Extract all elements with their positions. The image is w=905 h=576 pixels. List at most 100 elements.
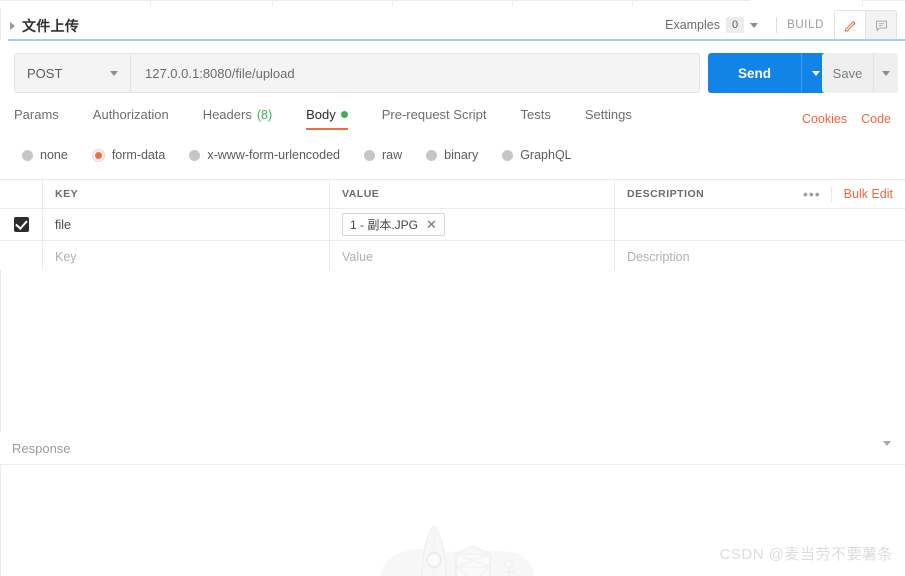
- tab-label: Tests: [520, 107, 551, 122]
- code-link[interactable]: Code: [861, 112, 891, 126]
- tab-active-underline: [306, 128, 348, 130]
- row-description-cell[interactable]: [615, 209, 905, 240]
- new-key-input[interactable]: Key: [43, 241, 330, 272]
- tab-strip-residue: [0, 0, 905, 8]
- radio-label: binary: [444, 148, 479, 162]
- watermark: CSDN @麦当劳不要薯条: [719, 546, 893, 563]
- row-key-cell[interactable]: file: [43, 209, 330, 240]
- table-row-empty[interactable]: Key Value Description: [0, 241, 905, 273]
- header-check-cell: [0, 180, 43, 208]
- caret-right-icon[interactable]: [10, 22, 15, 30]
- new-description-input[interactable]: Description: [615, 241, 905, 272]
- radio-label: raw: [382, 148, 403, 162]
- postman-request-builder: 文件上传 Examples 0 BUILD POST 127.0.0.1:808…: [0, 0, 905, 576]
- radio-icon: [364, 149, 375, 161]
- tab-body[interactable]: Body: [306, 107, 364, 130]
- body-type-binary[interactable]: binary: [426, 148, 478, 162]
- radio-icon: [426, 149, 438, 161]
- response-label: Response: [12, 441, 71, 456]
- file-chip[interactable]: 1 - 副本.JPG ✕: [342, 213, 445, 236]
- tab-headers[interactable]: Headers (8): [203, 107, 288, 130]
- row-checkbox-cell[interactable]: [0, 209, 43, 240]
- radio-icon: [189, 149, 201, 161]
- radio-label: GraphQL: [520, 148, 572, 162]
- tab-label: Settings: [584, 107, 632, 122]
- request-title-group[interactable]: 文件上传: [10, 16, 79, 36]
- cookies-link[interactable]: Cookies: [802, 112, 847, 126]
- header-actions: Examples 0 BUILD: [665, 10, 897, 40]
- edit-request-button[interactable]: [834, 10, 866, 40]
- value-placeholder: Value: [342, 249, 374, 264]
- ellipsis-icon[interactable]: •••: [793, 187, 831, 201]
- row-checkbox-cell-empty[interactable]: [0, 241, 43, 272]
- description-placeholder: Description: [627, 249, 690, 264]
- response-left-rule: [0, 465, 1, 576]
- body-type-x-www-form-urlencoded[interactable]: x-www-form-urlencoded: [189, 148, 340, 162]
- tab-settings[interactable]: Settings: [585, 107, 648, 130]
- tab-label: Pre-request Script: [381, 107, 487, 122]
- body-type-graphql[interactable]: GraphQL: [502, 148, 572, 162]
- radio-selected-icon: [91, 148, 105, 162]
- url-input-value: 127.0.0.1:8080/file/upload: [145, 65, 295, 81]
- tab-label: Headers: [202, 107, 252, 122]
- chevron-down-icon: [883, 441, 891, 461]
- examples-count-badge: 0: [726, 17, 745, 33]
- body-empty-area: [0, 270, 905, 433]
- bulk-edit-button[interactable]: Bulk Edit: [832, 187, 893, 201]
- close-icon[interactable]: ✕: [426, 218, 437, 231]
- comment-request-button[interactable]: [866, 10, 897, 40]
- pencil-icon: [844, 20, 856, 32]
- save-button[interactable]: Save: [822, 53, 873, 93]
- tab-tests[interactable]: Tests: [521, 107, 567, 130]
- table-header-row: KEY VALUE DESCRIPTION ••• Bulk Edit: [0, 179, 905, 209]
- tab-authorization[interactable]: Authorization: [93, 107, 185, 130]
- rocket-illustration: [380, 525, 534, 576]
- examples-label: Examples: [665, 18, 720, 32]
- body-type-radio-group: none form-data x-www-form-urlencoded raw…: [22, 148, 596, 162]
- radio-icon: [502, 149, 514, 161]
- body-type-form-data[interactable]: form-data: [91, 148, 166, 162]
- http-method-select[interactable]: POST: [14, 53, 130, 93]
- tab-pre-request-script[interactable]: Pre-request Script: [382, 107, 503, 130]
- tab-params[interactable]: Params: [14, 107, 75, 130]
- body-type-raw[interactable]: raw: [364, 148, 402, 162]
- tab-label: Params: [14, 107, 59, 122]
- body-type-none[interactable]: none: [22, 148, 68, 162]
- build-label: BUILD: [787, 19, 824, 31]
- examples-dropdown[interactable]: Examples 0: [665, 17, 766, 33]
- chevron-down-icon[interactable]: [750, 22, 759, 28]
- file-name: 1 - 副本.JPG: [350, 218, 419, 232]
- url-input[interactable]: 127.0.0.1:8080/file/upload: [130, 53, 700, 93]
- save-options-button[interactable]: [873, 53, 898, 93]
- new-value-input[interactable]: Value: [330, 241, 615, 272]
- response-collapse-button[interactable]: [883, 441, 891, 461]
- row-value-cell[interactable]: 1 - 副本.JPG ✕: [330, 209, 615, 240]
- comment-icon: [875, 20, 887, 32]
- column-header-value: VALUE: [330, 180, 615, 208]
- header-divider: [776, 17, 778, 33]
- response-header: Response: [0, 432, 905, 465]
- radio-label: form-data: [111, 148, 166, 162]
- key-placeholder: Key: [55, 249, 77, 264]
- request-header: 文件上传 Examples 0 BUILD: [0, 8, 905, 40]
- headers-count: (8): [256, 107, 273, 122]
- row-checkbox-checked[interactable]: [13, 217, 29, 232]
- chevron-down-icon[interactable]: [110, 70, 118, 76]
- tab-label: Authorization: [92, 107, 169, 122]
- table-row[interactable]: file 1 - 副本.JPG ✕: [0, 209, 905, 241]
- body-present-dot-icon: [340, 111, 348, 118]
- send-button-group: Send: [708, 53, 829, 93]
- chevron-down-icon: [811, 70, 820, 76]
- body-left-rule: [0, 270, 1, 432]
- radio-label: none: [40, 148, 68, 162]
- radio-icon: [22, 149, 33, 161]
- url-bar: POST 127.0.0.1:8080/file/upload Send Sav…: [14, 53, 898, 93]
- active-tab-indicator: [8, 39, 905, 41]
- chevron-down-icon: [882, 70, 890, 76]
- http-method-value: POST: [27, 65, 63, 81]
- request-tab-bar: Params Authorization Headers (8) Body Pr…: [14, 107, 666, 135]
- radio-label: x-www-form-urlencoded: [207, 148, 340, 162]
- row-key-value: file: [55, 217, 71, 232]
- tab-label: Body: [306, 107, 336, 122]
- send-button[interactable]: Send: [708, 53, 801, 93]
